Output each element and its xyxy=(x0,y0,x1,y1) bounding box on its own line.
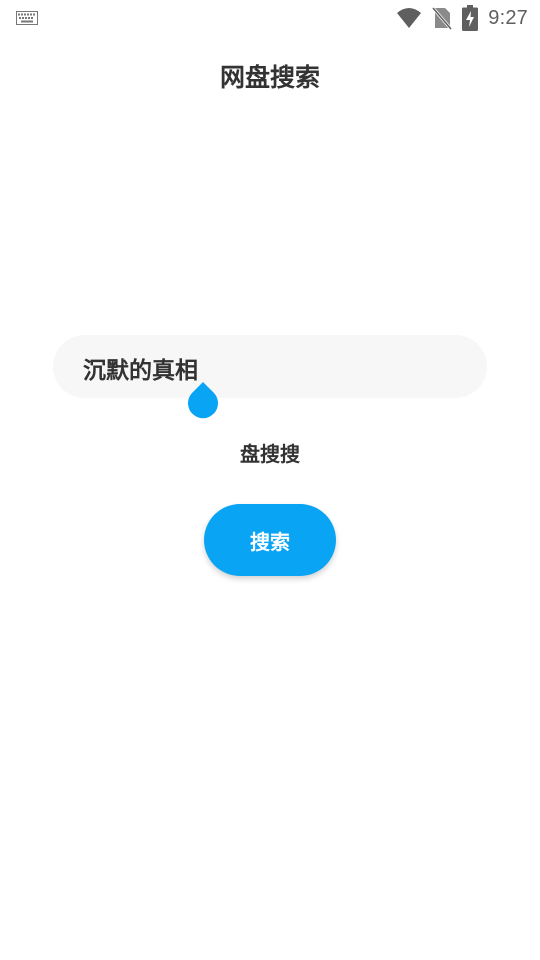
wifi-icon xyxy=(397,8,422,28)
status-indicators: 9:27 xyxy=(396,4,528,32)
search-source-label: 盘搜搜 xyxy=(240,442,300,466)
search-button[interactable]: 搜索 xyxy=(204,504,336,576)
search-input-value[interactable]: 沉默的真相 xyxy=(83,351,198,385)
battery-charging-icon xyxy=(462,5,479,31)
keyboard-icon xyxy=(16,11,38,25)
status-bar: 9:27 xyxy=(0,0,540,36)
no-sim-icon xyxy=(432,7,453,30)
search-input[interactable]: 沉默的真相 xyxy=(53,335,487,398)
page-title: 网盘搜索 xyxy=(219,63,320,92)
status-time: 9:27 xyxy=(488,6,528,29)
text-cursor-handle[interactable] xyxy=(187,381,219,419)
